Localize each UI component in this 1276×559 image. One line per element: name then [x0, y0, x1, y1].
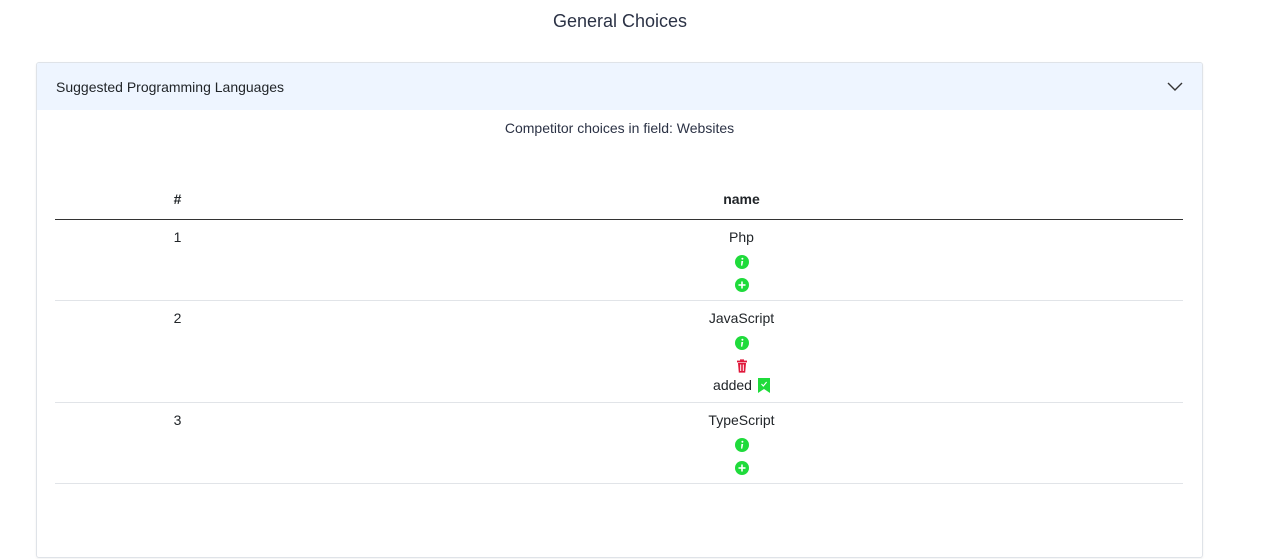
- info-icon[interactable]: [734, 438, 749, 452]
- bookmark-check-icon: [757, 378, 770, 393]
- accordion-header[interactable]: Suggested Programming Languages: [37, 63, 1202, 110]
- added-label: added: [713, 377, 752, 393]
- row-name-cell: Php: [300, 219, 1183, 301]
- language-name: JavaScript: [708, 310, 775, 326]
- row-number: 3: [55, 402, 300, 484]
- table-row: 3 TypeScript: [55, 402, 1183, 484]
- info-icon[interactable]: [734, 255, 749, 269]
- table-header-row: # name: [55, 182, 1183, 220]
- row-number: 1: [55, 219, 300, 301]
- accordion-body: Competitor choices in field: Websites # …: [37, 120, 1202, 484]
- competitor-subtitle: Competitor choices in field: Websites: [504, 120, 735, 136]
- info-icon[interactable]: [734, 336, 749, 350]
- accordion-panel: Suggested Programming Languages Competit…: [36, 62, 1203, 558]
- add-icon[interactable]: [734, 461, 749, 475]
- page-title: General Choices: [552, 11, 688, 31]
- column-header-number: #: [55, 182, 300, 220]
- row-name-cell: JavaScript added: [300, 300, 1183, 403]
- trash-icon[interactable]: [735, 359, 749, 373]
- accordion-title: Suggested Programming Languages: [56, 78, 285, 95]
- column-header-name: name: [300, 182, 1183, 220]
- language-name: Php: [729, 229, 754, 245]
- table-row: 1 Php: [55, 219, 1183, 301]
- language-name: TypeScript: [708, 412, 775, 428]
- row-number: 2: [55, 300, 300, 403]
- languages-table: # name 1 Php 2 JavaScript added 3 TypeSc…: [55, 182, 1183, 484]
- chevron-down-icon[interactable]: [1166, 78, 1184, 96]
- table-row: 2 JavaScript added: [55, 300, 1183, 403]
- add-icon[interactable]: [734, 278, 749, 292]
- added-status: added: [300, 377, 1183, 394]
- row-name-cell: TypeScript: [300, 402, 1183, 484]
